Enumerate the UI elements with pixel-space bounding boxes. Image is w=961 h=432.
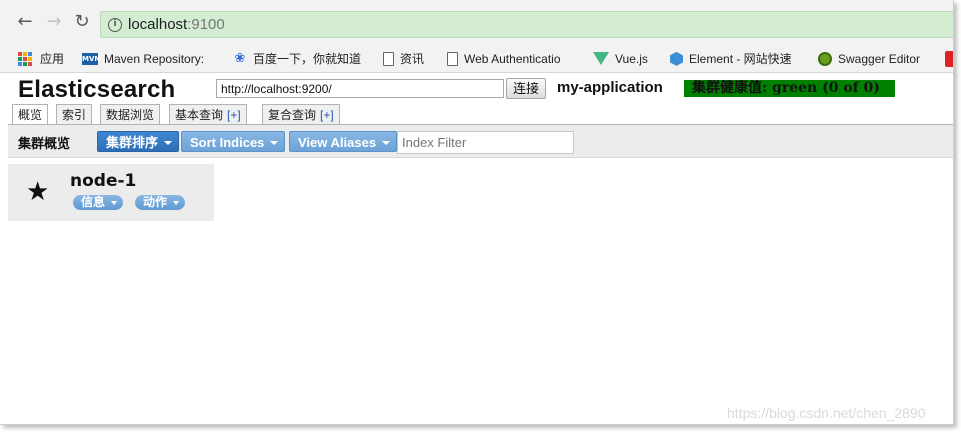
bookmark-label: Web Authenticatio [464, 51, 561, 66]
reload-icon[interactable]: ↻ [73, 13, 91, 31]
bookmark-label: 应用 [40, 51, 65, 66]
bookmark-vuejs[interactable]: Vue.js [593, 49, 648, 67]
address-url[interactable]: localhost:9100 [128, 16, 225, 33]
bookmark-label: Swagger Editor [838, 51, 921, 66]
watermark: https://blog.csdn.net/chen_2890 [727, 405, 926, 421]
browser-window: ← → ↻ i localhost:9100 应用 MVN Maven Repos… [0, 0, 954, 425]
node-name: node-1 [70, 171, 137, 191]
tab-label: 数据浏览 [106, 108, 155, 122]
cluster-health-badge: 集群健康值: green (0 of 0) [684, 80, 895, 97]
elasticsearch-head-page: Elasticsearch 连接 my-application 集群健康值: g… [8, 74, 953, 424]
connection-url-input[interactable] [216, 79, 504, 98]
tab-compound-query[interactable]: 复合查询 [+] [262, 104, 340, 125]
sort-indices-dropdown[interactable]: Sort Indices [181, 131, 286, 152]
back-arrow-icon[interactable]: ← [16, 13, 34, 31]
tab-label: 索引 [62, 108, 87, 122]
maven-icon: MVN [82, 52, 101, 65]
master-star-icon: ★ [26, 177, 50, 207]
bookmark-maven[interactable]: MVN Maven Repository: [82, 49, 204, 67]
caret-down-icon [111, 201, 118, 205]
bookmark-swagger[interactable]: Swagger Editor [818, 49, 920, 67]
page-icon [383, 51, 394, 66]
dropdown-label: 集群排序 [106, 135, 159, 150]
cluster-name: my-application [557, 79, 663, 96]
bookmark-element[interactable]: Element - 网站快速 [670, 49, 792, 67]
tab-data-browser[interactable]: 数据浏览 [100, 104, 161, 125]
node-action-dropdown[interactable]: 动作 [135, 195, 186, 210]
overview-toolbar: 集群概览 集群排序 Sort Indices View Aliases [8, 125, 953, 158]
connect-button[interactable]: 连接 [506, 78, 546, 99]
bookmark-label: Element - 网站快速 [689, 51, 792, 66]
tab-label: 概览 [18, 108, 43, 122]
info-icon[interactable]: i [108, 18, 122, 32]
tab-label: 基本查询 [175, 108, 224, 122]
bookmark-label: 资讯 [400, 51, 425, 66]
forward-arrow-icon[interactable]: → [45, 13, 63, 31]
tab-overview[interactable]: 概览 [12, 104, 49, 126]
red-bookmark-icon [945, 50, 953, 67]
sort-cluster-dropdown[interactable]: 集群排序 [97, 131, 180, 152]
tab-basic-query[interactable]: 基本查询 [+] [169, 104, 247, 125]
dropdown-label: 动作 [143, 195, 168, 209]
app-title: Elasticsearch [18, 76, 176, 103]
caret-down-icon [382, 141, 391, 145]
url-host: localhost [128, 16, 188, 33]
bookmark-news[interactable]: 资讯 [383, 49, 424, 67]
swagger-logo-icon [818, 51, 832, 66]
url-port: :9100 [187, 16, 225, 33]
bookmark-overflow[interactable] [945, 49, 953, 67]
caret-down-icon [270, 141, 279, 145]
node-card: ★ node-1 信息 动作 [8, 164, 214, 221]
browser-toolbar: ← → ↻ i localhost:9100 [0, 0, 953, 43]
caret-down-icon [164, 141, 173, 145]
bookmark-label: 百度一下，你就知道 [253, 51, 362, 66]
vue-logo-icon [593, 52, 609, 66]
dropdown-label: 信息 [81, 195, 106, 209]
dropdown-label: Sort Indices [190, 135, 265, 150]
bookmarks-bar: 应用 MVN Maven Repository: ❀ 百度一下，你就知道 资讯 We… [0, 43, 953, 73]
element-logo-icon [670, 51, 683, 66]
caret-down-icon [173, 201, 180, 205]
address-bar[interactable]: i localhost:9100 [100, 11, 953, 38]
tab-label: 复合查询 [268, 108, 317, 122]
view-aliases-dropdown[interactable]: View Aliases [289, 131, 398, 152]
tab-add-link[interactable]: [+] [227, 108, 241, 122]
bookmark-apps[interactable]: 应用 [18, 49, 64, 67]
bookmark-baidu[interactable]: ❀ 百度一下，你就知道 [233, 49, 361, 67]
page-icon [447, 51, 458, 66]
overview-title: 集群概览 [18, 136, 71, 151]
baidu-paw-icon: ❀ [234, 50, 246, 66]
index-filter-input[interactable] [397, 131, 574, 154]
node-info-dropdown[interactable]: 信息 [73, 195, 124, 210]
bookmark-label: Vue.js [615, 51, 648, 66]
bookmark-label: Maven Repository: [104, 51, 205, 66]
tab-indices[interactable]: 索引 [56, 104, 93, 125]
bookmark-web-authentication[interactable]: Web Authenticatio [447, 49, 561, 67]
apps-grid-icon [18, 51, 32, 66]
dropdown-label: View Aliases [298, 135, 377, 150]
tab-add-link[interactable]: [+] [320, 108, 334, 122]
